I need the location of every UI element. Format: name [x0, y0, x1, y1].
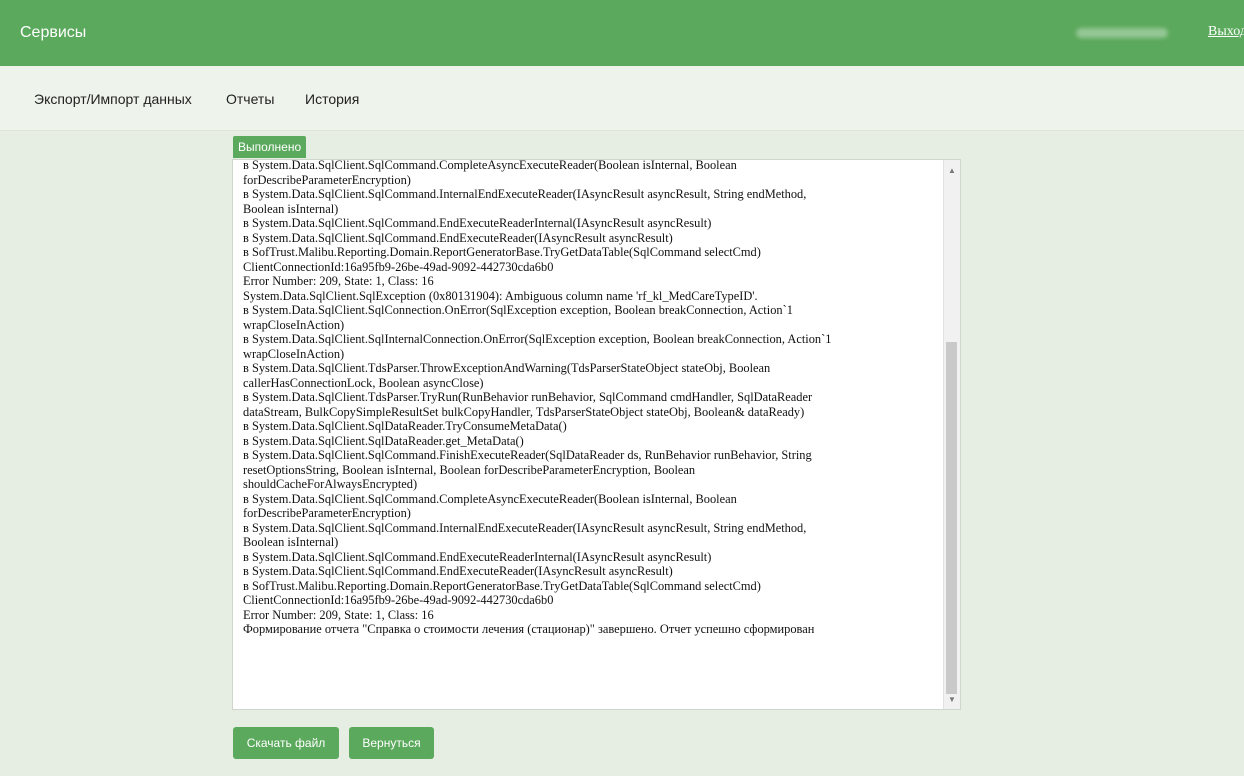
log-line: в System.Data.SqlClient.SqlDataReader.ge… — [243, 433, 524, 448]
nav-item-export-import[interactable]: Экспорт/Импорт данных — [34, 91, 192, 107]
log-line: ClientConnectionId:16a95fb9-26be-49ad-90… — [243, 259, 554, 274]
log-line: forDescribeParameterEncryption) — [243, 172, 411, 187]
log-line: dataStream, BulkCopySimpleResultSet bulk… — [243, 404, 805, 419]
log-line: forDescribeParameterEncryption) — [243, 506, 411, 520]
log-line: в System.Data.SqlClient.TdsParser.TryRun… — [243, 390, 813, 404]
log-line: в System.Data.SqlClient.SqlCommand.Finis… — [243, 448, 812, 462]
log-line: ClientConnectionId:16a95fb9-26be-49ad-90… — [243, 593, 554, 607]
log-line: в SofTrust.Malibu.Reporting.Domain.Repor… — [243, 578, 761, 593]
log-line: Boolean isInternal) — [243, 535, 339, 549]
log-line: в System.Data.SqlClient.SqlCommand.Compl… — [243, 159, 737, 172]
log-text: в System.Data.SqlClient.SqlCommand.Compl… — [243, 159, 943, 637]
nav-bar: Экспорт/Импорт данных Отчеты История — [0, 66, 1244, 131]
top-bar: Сервисы Выход — [0, 0, 1244, 66]
back-button[interactable]: Вернуться — [349, 727, 434, 759]
log-line: shouldCacheForAlwaysEncrypted) — [243, 477, 418, 491]
log-line: Error Number: 209, State: 1, Class: 16 — [243, 274, 434, 288]
log-line: в System.Data.SqlClient.SqlConnection.On… — [243, 303, 793, 317]
log-line: callerHasConnectionLock, Boolean asyncCl… — [243, 375, 484, 390]
status-badge: Выполнено — [233, 136, 307, 158]
log-line: Error Number: 209, State: 1, Class: 16 — [243, 607, 434, 622]
log-line: в System.Data.SqlClient.SqlCommand.EndEx… — [243, 216, 712, 230]
scroll-down-arrow-icon[interactable]: ▼ — [947, 695, 957, 705]
log-line: Формирование отчета "Справка о стоимости… — [243, 622, 815, 636]
log-line: в System.Data.SqlClient.SqlCommand.EndEx… — [243, 230, 673, 245]
scroll-up-arrow-icon[interactable]: ▲ — [947, 166, 957, 176]
log-line: в System.Data.SqlClient.SqlCommand.EndEx… — [243, 549, 712, 564]
scroll-thumb[interactable] — [946, 342, 957, 694]
log-line: в System.Data.SqlClient.TdsParser.ThrowE… — [243, 361, 771, 375]
app-title: Сервисы — [20, 24, 87, 41]
user-name-blurred — [1076, 28, 1168, 38]
download-file-button[interactable]: Скачать файл — [233, 727, 339, 759]
log-line: Boolean isInternal) — [243, 201, 339, 216]
log-line: в SofTrust.Malibu.Reporting.Domain.Repor… — [243, 245, 761, 259]
log-textarea[interactable]: в System.Data.SqlClient.SqlCommand.Compl… — [232, 159, 961, 710]
log-line: в System.Data.SqlClient.SqlCommand.EndEx… — [243, 564, 673, 578]
nav-item-reports[interactable]: Отчеты — [226, 91, 274, 107]
log-line: в System.Data.SqlClient.SqlInternalConne… — [243, 332, 832, 346]
log-line: resetOptionsString, Boolean isInternal, … — [243, 462, 696, 477]
nav-item-history[interactable]: История — [305, 91, 359, 107]
log-scrollbar[interactable]: ▲ ▼ — [943, 160, 960, 709]
log-line: System.Data.SqlClient.SqlException (0x80… — [243, 288, 758, 303]
log-line: в System.Data.SqlClient.SqlCommand.Inter… — [243, 520, 807, 535]
log-line: в System.Data.SqlClient.SqlCommand.Compl… — [243, 491, 737, 506]
logout-link[interactable]: Выход — [1208, 24, 1244, 40]
log-line: в System.Data.SqlClient.SqlCommand.Inter… — [243, 187, 807, 201]
log-line: wrapCloseInAction) — [243, 346, 345, 361]
log-line: wrapCloseInAction) — [243, 317, 345, 332]
log-line: в System.Data.SqlClient.SqlDataReader.Tr… — [243, 419, 567, 433]
